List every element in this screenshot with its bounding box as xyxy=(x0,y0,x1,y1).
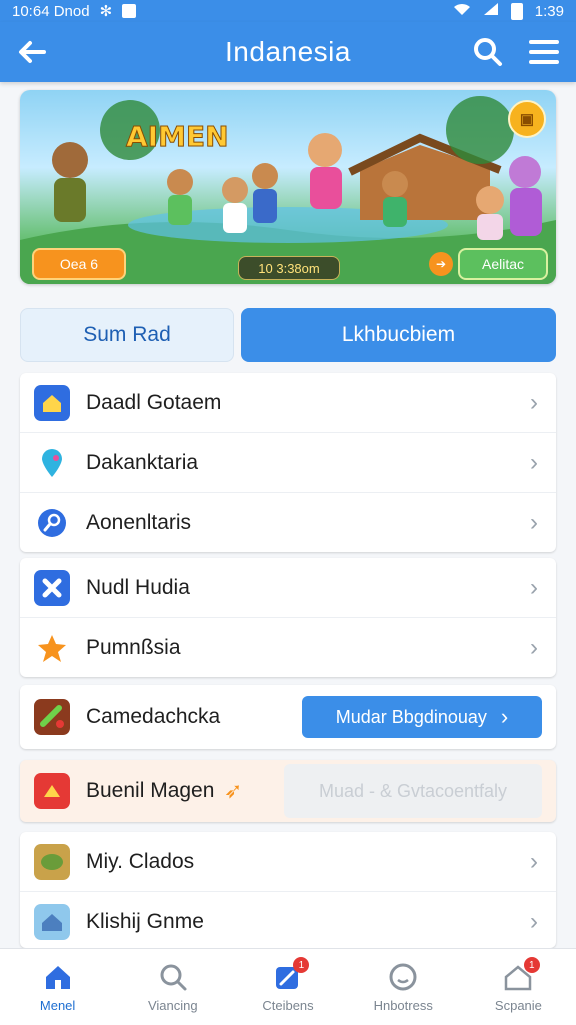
nav-badge: 1 xyxy=(293,957,310,973)
list-item[interactable]: Klishij Gnme › xyxy=(20,891,556,951)
rocket-icon: ➶ xyxy=(224,778,243,803)
menu-group-3: Miy. Clados › Klishij Gnme › xyxy=(20,832,556,948)
chevron-right-icon: › xyxy=(500,704,509,729)
list-item-label: Pumnßsia xyxy=(86,635,181,659)
house-icon xyxy=(34,903,70,940)
chevron-right-icon: › xyxy=(530,907,538,935)
promo-label: Buenil Magen xyxy=(86,779,215,802)
banner-left-pill[interactable]: Oea 6 xyxy=(32,248,126,280)
list-item-label: Dakanktaria xyxy=(86,450,199,474)
nav-label: Hnbotress xyxy=(373,997,433,1013)
nav-item-search[interactable]: Viancing xyxy=(115,949,230,1025)
hamburger-menu-icon xyxy=(529,40,559,64)
list-item-label: Daadl Gotaem xyxy=(86,390,222,414)
menu-group-1: Daadl Gotaem › Dakanktaria › Aonenltaris… xyxy=(20,373,556,552)
list-item[interactable]: Nudl Hudia › xyxy=(20,558,556,617)
promo-action-button-disabled[interactable]: Muad - & Gvtacoentfaly xyxy=(284,764,542,818)
nav-label: Scpanie xyxy=(494,997,542,1013)
segment-right-button[interactable]: Lkhbucbiem xyxy=(241,308,556,362)
badge-corner-icon[interactable]: ▣ xyxy=(508,100,546,138)
status-bar: 10:64 Dnod ✻ 1:39 xyxy=(0,0,576,22)
nav-badge: 1 xyxy=(523,957,540,973)
chevron-right-icon: › xyxy=(530,573,538,601)
nav-label: Menel xyxy=(39,997,76,1013)
status-time-left: 10:64 Dnod xyxy=(12,2,90,20)
puzzle-icon xyxy=(34,569,70,606)
chevron-right-icon: › xyxy=(530,508,538,536)
game-icon xyxy=(34,699,70,735)
search-icon xyxy=(34,505,70,541)
battery-icon xyxy=(510,2,523,20)
banner-right-pill[interactable]: Aelitac xyxy=(458,248,548,280)
nav-label: Cteibens xyxy=(262,997,314,1013)
promo-action-button[interactable]: Mudar Bbgdinouay › xyxy=(302,696,542,738)
list-item-label: Miy. Clados xyxy=(86,849,195,873)
signal-icon xyxy=(483,2,499,20)
segment-left-button[interactable]: Sum Rad xyxy=(20,308,234,362)
face-nav-icon xyxy=(389,963,417,990)
home-nav-icon xyxy=(45,965,70,989)
arrow-right-circle-icon[interactable]: ➔ xyxy=(429,252,453,276)
photo-icon xyxy=(122,4,137,18)
nav-item-home[interactable]: Menel xyxy=(0,949,115,1025)
menu-group-2: Nudl Hudia › Pumnßsia › xyxy=(20,558,556,677)
page-title: Indanesia xyxy=(225,36,351,67)
list-item[interactable]: Aonenltaris › xyxy=(20,492,556,552)
chevron-right-icon: › xyxy=(530,388,538,416)
list-item[interactable]: Daadl Gotaem › xyxy=(20,373,556,432)
promo-action-label: Mudar Bbgdinouay xyxy=(335,706,487,727)
promo-label: Camedachcka xyxy=(86,705,221,728)
star-icon xyxy=(34,630,70,666)
pin-icon xyxy=(34,445,70,481)
game-icon xyxy=(34,843,70,880)
hero-banner[interactable]: AIMEN ▣ Oea 6 10 3:38om ➔ Aelitac xyxy=(20,90,556,284)
search-nav-icon xyxy=(160,964,187,990)
list-item-label: Nudl Hudia xyxy=(86,575,190,599)
promo-action-label: Muad - & Gvtacoentfaly xyxy=(318,780,508,801)
menu-button[interactable] xyxy=(516,22,572,82)
wifi-icon xyxy=(453,2,471,20)
nav-item-share[interactable]: 1 Scpanie xyxy=(461,949,576,1025)
bottom-navigation: Menel Viancing 1 Cteibens Hnbotress 1 Sc… xyxy=(0,948,576,1025)
promo-card-1: Camedachcka Mudar Bbgdinouay › xyxy=(20,685,556,749)
app-bar: Indanesia xyxy=(0,22,576,82)
back-button[interactable] xyxy=(4,22,60,82)
list-item-label: Aonenltaris xyxy=(86,510,192,534)
nav-item-face[interactable]: Hnbotress xyxy=(346,949,461,1025)
chevron-right-icon: › xyxy=(530,847,538,875)
promo-card-2: Buenil Magen ➶ Muad - & Gvtacoentfaly xyxy=(20,760,556,822)
arrow-left-icon xyxy=(19,41,46,63)
status-time-right: 1:39 xyxy=(534,2,564,20)
snowflake-icon: ✻ xyxy=(99,3,113,20)
banner-center-pill: 10 3:38om xyxy=(238,256,340,280)
nav-item-edit[interactable]: 1 Cteibens xyxy=(230,949,345,1025)
chevron-right-icon: › xyxy=(530,448,538,476)
search-button[interactable] xyxy=(460,22,516,82)
list-item[interactable]: Miy. Clados › xyxy=(20,832,556,891)
nav-label: Viancing xyxy=(147,997,198,1013)
home-icon xyxy=(34,384,70,421)
search-icon xyxy=(474,38,502,66)
chevron-right-icon: › xyxy=(530,633,538,661)
alert-icon xyxy=(34,773,70,809)
promo-row[interactable]: Buenil Magen ➶ Muad - & Gvtacoentfaly xyxy=(20,760,556,822)
list-item[interactable]: Dakanktaria › xyxy=(20,432,556,492)
promo-row[interactable]: Camedachcka Mudar Bbgdinouay › xyxy=(20,685,556,749)
list-item[interactable]: Pumnßsia › xyxy=(20,617,556,677)
banner-title: AIMEN xyxy=(126,120,230,154)
list-item-label: Klishij Gnme xyxy=(86,909,204,933)
